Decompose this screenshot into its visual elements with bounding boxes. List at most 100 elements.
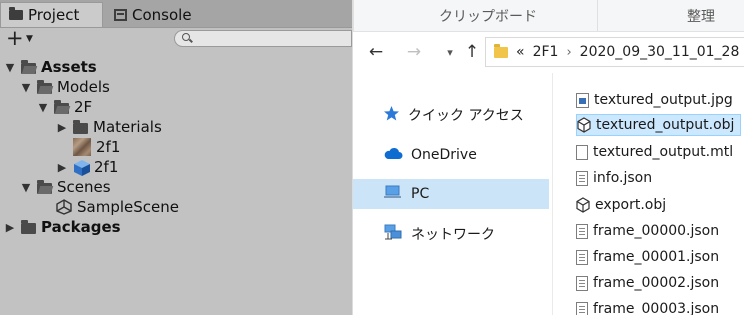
unity-scene-icon (56, 199, 72, 215)
tree-item-2f[interactable]: ▼ 2F (37, 97, 92, 117)
expand-arrow-icon[interactable]: ▼ (20, 181, 32, 194)
file-item-selected[interactable]: textured_output.obj (576, 114, 742, 136)
expand-arrow-icon[interactable]: ▼ (37, 101, 49, 114)
tree-item-label: 2f1 (96, 138, 121, 156)
file-name: export.obj (595, 197, 667, 213)
chevron-right-icon[interactable]: › (566, 45, 571, 60)
star-icon (383, 105, 400, 126)
navigation-bar: ← → ▾ ↑ « 2F1 › 2020_09_30_11_01_28 (353, 31, 744, 73)
model-prefab-icon (73, 159, 90, 176)
file-item[interactable]: textured_output.mtl (576, 141, 739, 163)
text-file-icon (576, 275, 588, 291)
collapse-arrow-icon[interactable]: ▶ (56, 121, 68, 134)
nav-item-onedrive[interactable]: OneDrive (353, 140, 549, 170)
tree-item-label: Models (57, 78, 110, 96)
nav-item-label: ネットワーク (411, 227, 495, 243)
image-file-icon (576, 92, 589, 108)
unity-project-window: Project Console + ▼ ▼ Assets ▼ Models ▼ … (0, 0, 352, 315)
text-file-icon (576, 223, 588, 239)
expand-arrow-icon[interactable]: ▼ (4, 61, 16, 74)
file-name: frame_00002.json (593, 275, 720, 291)
file-item[interactable]: export.obj (576, 194, 672, 216)
ribbon-group-clipboard: クリップボード (439, 9, 537, 25)
chevron-down-icon[interactable]: ▼ (26, 34, 33, 44)
file-name: textured_output.jpg (594, 92, 733, 108)
network-icon (383, 224, 403, 245)
file-name: frame_00000.json (593, 223, 720, 239)
recent-locations-button[interactable]: ▾ (439, 41, 461, 63)
back-button[interactable]: ← (365, 41, 387, 63)
tree-item-assets[interactable]: ▼ Assets (4, 57, 97, 77)
folder-open-icon (37, 179, 52, 194)
breadcrumb-item[interactable]: 2F1 (533, 44, 559, 60)
nav-item-label: クイック アクセス (408, 108, 524, 124)
pc-icon (383, 185, 403, 203)
address-bar[interactable]: « 2F1 › 2020_09_30_11_01_28 (485, 37, 744, 67)
tab-project[interactable]: Project (0, 2, 103, 27)
tree-item-label: 2F (74, 98, 93, 116)
file-item[interactable]: frame_00002.json (576, 272, 725, 294)
tree-item-label: 2f1 (94, 158, 119, 176)
tree-item-2f1-model[interactable]: ▶ 2f1 (56, 157, 118, 177)
tree-item-label: Scenes (57, 178, 111, 196)
file-item[interactable]: frame_00003.json (576, 298, 725, 315)
unity-tab-bar: Project Console (0, 0, 352, 28)
tree-item-samplescene[interactable]: SampleScene (56, 197, 179, 217)
console-icon (114, 8, 127, 21)
tab-project-label: Project (28, 6, 80, 24)
folder-open-icon (54, 99, 69, 114)
up-button[interactable]: ↑ (461, 41, 483, 63)
nav-item-network[interactable]: ネットワーク (353, 219, 549, 249)
tab-console-label: Console (132, 5, 192, 24)
folder-open-icon (37, 79, 52, 94)
tree-item-label: Packages (41, 218, 121, 236)
tree-item-label: SampleScene (77, 198, 179, 216)
ribbon-group-organize: 整理 (687, 9, 715, 25)
file-name: textured_output.obj (596, 117, 735, 133)
divider (353, 0, 354, 31)
folder-open-icon (21, 59, 36, 74)
file-name: info.json (593, 170, 653, 186)
forward-button[interactable]: → (403, 41, 425, 63)
tree-item-2f1-texture[interactable]: 2f1 (73, 137, 120, 157)
navigation-pane: クイック アクセス OneDrive PC ネットワーク (353, 73, 549, 315)
nav-item-pc[interactable]: PC (353, 179, 549, 209)
collapse-arrow-icon[interactable]: ▶ (56, 161, 68, 174)
ribbon: クリップボード 整理 (353, 0, 744, 32)
file-item[interactable]: info.json (576, 167, 658, 189)
nav-item-label: PC (411, 186, 430, 202)
search-input[interactable] (174, 30, 352, 47)
tab-console[interactable]: Console (106, 2, 216, 27)
search-icon (182, 33, 190, 41)
file-name: textured_output.mtl (593, 144, 734, 160)
project-toolbar: + ▼ (0, 28, 352, 50)
tree-item-scenes[interactable]: ▼ Scenes (20, 177, 111, 197)
folder-icon (9, 7, 23, 20)
tree-item-materials[interactable]: ▶ Materials (56, 117, 162, 137)
file-name: frame_00003.json (593, 301, 720, 315)
create-button[interactable]: + (6, 28, 24, 49)
expand-arrow-icon[interactable]: ▼ (20, 81, 32, 94)
divider (597, 0, 598, 31)
tree-item-models[interactable]: ▼ Models (20, 77, 110, 97)
file-item[interactable]: textured_output.jpg (576, 89, 739, 111)
nav-item-label: OneDrive (411, 147, 477, 163)
folder-icon (73, 119, 88, 134)
nav-item-quick-access[interactable]: クイック アクセス (353, 100, 549, 130)
tree-item-label: Materials (93, 118, 162, 136)
file-item[interactable]: frame_00001.json (576, 246, 725, 268)
file-name: frame_00001.json (593, 249, 720, 265)
collapse-arrow-icon[interactable]: ▶ (4, 221, 16, 234)
file-item[interactable]: frame_00000.json (576, 220, 725, 242)
3d-object-icon (576, 197, 590, 213)
tree-item-packages[interactable]: ▶ Packages (4, 217, 121, 237)
file-explorer-window: クリップボード 整理 ← → ▾ ↑ « 2F1 › 2020_09_30_11… (352, 0, 744, 315)
cloud-icon (383, 147, 403, 164)
text-file-icon (576, 301, 588, 315)
breadcrumb-overflow[interactable]: « (516, 44, 525, 60)
text-file-icon (576, 249, 588, 265)
breadcrumb-item[interactable]: 2020_09_30_11_01_28 (580, 44, 740, 60)
folder-icon (494, 43, 508, 58)
texture-icon (73, 138, 91, 156)
file-icon (576, 144, 588, 160)
